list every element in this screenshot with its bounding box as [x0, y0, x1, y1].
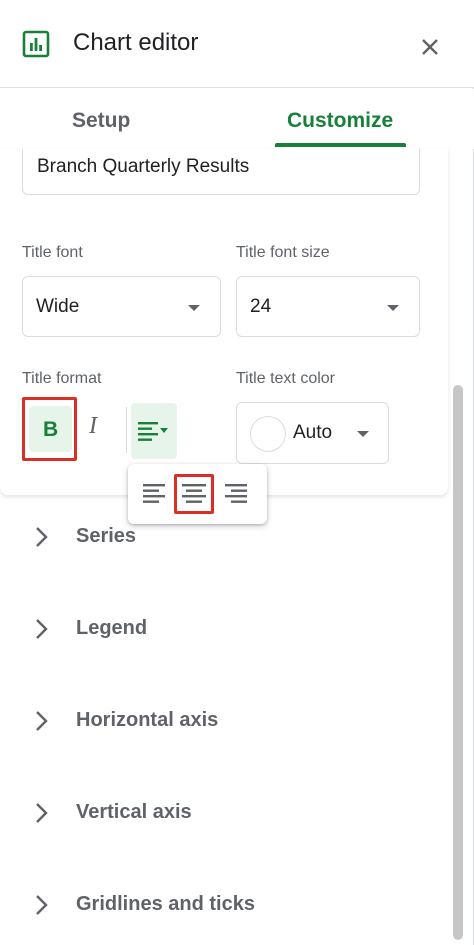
align-left-option[interactable]: [136, 474, 176, 514]
section-label: Gridlines and ticks: [76, 893, 255, 915]
section-gridlines-and-ticks[interactable]: Gridlines and ticks: [0, 863, 448, 945]
title-font-value: Wide: [36, 296, 80, 317]
chart-editor-header: Chart editor: [0, 0, 474, 88]
align-center-icon: [182, 484, 206, 503]
tab-setup[interactable]: Setup: [72, 109, 130, 133]
section-label: Legend: [76, 617, 148, 639]
chevron-right-icon: [36, 803, 48, 823]
title-font-label: Title font: [22, 244, 83, 261]
color-swatch: [250, 416, 286, 452]
chart-title-input[interactable]: [22, 149, 420, 195]
title-text-color-label: Title text color: [236, 370, 335, 387]
title-text-color-select[interactable]: Auto: [236, 402, 389, 464]
title-font-size-select[interactable]: 24: [236, 276, 420, 337]
tab-customize[interactable]: Customize: [287, 109, 393, 133]
align-left-icon: [138, 422, 168, 441]
panel-scrollbar[interactable]: [450, 385, 466, 940]
bold-icon: B: [43, 418, 59, 441]
chevron-right-icon: [36, 527, 48, 547]
dropdown-arrow-icon: [387, 305, 399, 311]
chart-editor-panel: Chart editor Setup Customize Title font …: [0, 0, 474, 945]
bold-button[interactable]: B: [22, 397, 77, 461]
align-right-option[interactable]: [218, 474, 258, 514]
alignment-popup: [128, 464, 267, 524]
active-tab-indicator: [275, 143, 406, 147]
chart-bar-icon: [22, 30, 50, 58]
editor-tabs: Setup Customize: [0, 89, 474, 149]
title-font-size-label: Title font size: [236, 244, 330, 261]
title-format-label: Title format: [22, 370, 102, 387]
section-label: Vertical axis: [76, 801, 192, 823]
chevron-right-icon: [36, 895, 48, 915]
chart-title-settings: Title font Wide Title font size 24 Title…: [0, 149, 448, 495]
align-left-icon: [143, 484, 165, 503]
dropdown-arrow-icon: [188, 305, 200, 311]
section-label: Series: [76, 525, 137, 547]
section-vertical-axis[interactable]: Vertical axis: [0, 771, 448, 863]
align-dropdown-button[interactable]: [131, 403, 177, 459]
title-font-size-value: 24: [250, 296, 272, 317]
format-divider: [126, 407, 127, 453]
italic-icon: I: [89, 413, 97, 439]
title-font-select[interactable]: Wide: [22, 276, 221, 337]
align-center-option[interactable]: [174, 474, 214, 514]
dropdown-arrow-icon: [357, 431, 369, 437]
section-label: Horizontal axis: [76, 709, 219, 731]
italic-button[interactable]: I: [83, 411, 113, 447]
bold-active-bg: B: [29, 406, 72, 452]
panel-title: Chart editor: [73, 29, 199, 56]
section-horizontal-axis[interactable]: Horizontal axis: [0, 679, 448, 771]
scrollbar-thumb[interactable]: [453, 385, 463, 940]
title-text-color-value: Auto: [293, 422, 333, 443]
align-right-icon: [225, 484, 247, 503]
chevron-right-icon: [36, 619, 48, 639]
chevron-right-icon: [36, 711, 48, 731]
close-icon[interactable]: [414, 31, 446, 63]
section-legend[interactable]: Legend: [0, 587, 448, 679]
